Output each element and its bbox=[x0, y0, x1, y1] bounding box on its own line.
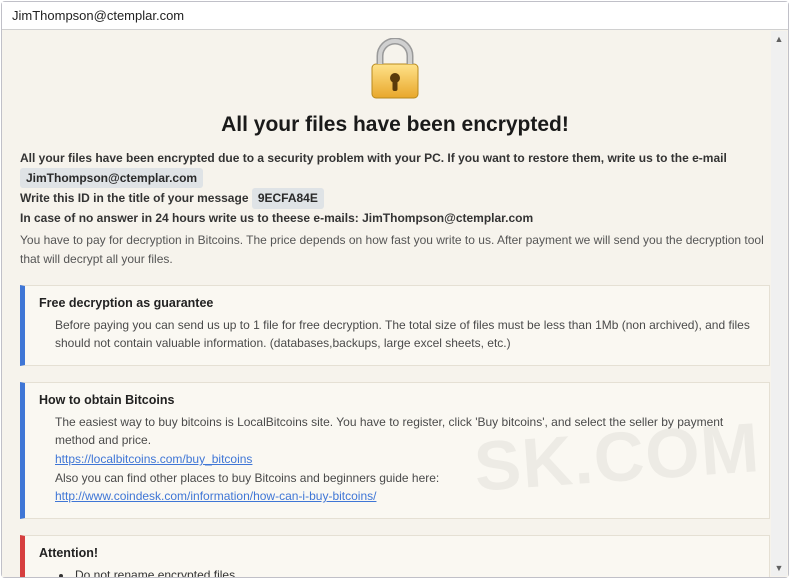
attention-list: Do not rename encrypted files. Do not tr… bbox=[39, 566, 755, 577]
page-heading: All your files have been encrypted! bbox=[20, 113, 770, 137]
obtain-box: How to obtain Bitcoins The easiest way t… bbox=[20, 382, 770, 519]
obtain-link-2[interactable]: http://www.coindesk.com/information/how-… bbox=[55, 489, 376, 503]
attention-box: Attention! Do not rename encrypted files… bbox=[20, 535, 770, 577]
window-title: JimThompson@ctemplar.com bbox=[12, 8, 184, 23]
obtain-link-1[interactable]: https://localbitcoins.com/buy_bitcoins bbox=[55, 452, 252, 466]
guarantee-box: Free decryption as guarantee Before payi… bbox=[20, 285, 770, 366]
vertical-scrollbar[interactable]: ▲ ▼ bbox=[771, 31, 787, 576]
intro-line-2: Write this ID in the title of your messa… bbox=[20, 188, 770, 209]
intro-line2-text: Write this ID in the title of your messa… bbox=[20, 191, 252, 205]
intro-line3-text: In case of no answer in 24 hours write u… bbox=[20, 211, 362, 225]
attention-item: Do not rename encrypted files. bbox=[73, 566, 755, 577]
lock-icon bbox=[366, 38, 424, 107]
intro-line-1: All your files have been encrypted due t… bbox=[20, 149, 770, 188]
id-code-chip: 9ECFA84E bbox=[252, 188, 324, 209]
scroll-down-icon[interactable]: ▼ bbox=[771, 560, 787, 576]
payment-note: You have to pay for decryption in Bitcoi… bbox=[20, 231, 770, 268]
intro-line-3: In case of no answer in 24 hours write u… bbox=[20, 209, 770, 228]
hero-section: All your files have been encrypted! bbox=[20, 36, 770, 137]
obtain-title: How to obtain Bitcoins bbox=[39, 393, 755, 407]
primary-email-chip: JimThompson@ctemplar.com bbox=[20, 168, 203, 189]
secondary-email: JimThompson@ctemplar.com bbox=[362, 211, 533, 225]
intro-block: All your files have been encrypted due t… bbox=[20, 149, 770, 269]
scroll-up-icon[interactable]: ▲ bbox=[771, 31, 787, 47]
obtain-line2: Also you can find other places to buy Bi… bbox=[39, 469, 755, 488]
obtain-line1: The easiest way to buy bitcoins is Local… bbox=[39, 413, 755, 450]
app-window: JimThompson@ctemplar.com bbox=[1, 1, 789, 578]
window-titlebar[interactable]: JimThompson@ctemplar.com bbox=[2, 2, 788, 30]
guarantee-body: Before paying you can send us up to 1 fi… bbox=[39, 316, 755, 353]
intro-line1-text: All your files have been encrypted due t… bbox=[20, 151, 727, 165]
attention-title: Attention! bbox=[39, 546, 755, 560]
content-area: All your files have been encrypted! All … bbox=[2, 30, 788, 577]
guarantee-title: Free decryption as guarantee bbox=[39, 296, 755, 310]
